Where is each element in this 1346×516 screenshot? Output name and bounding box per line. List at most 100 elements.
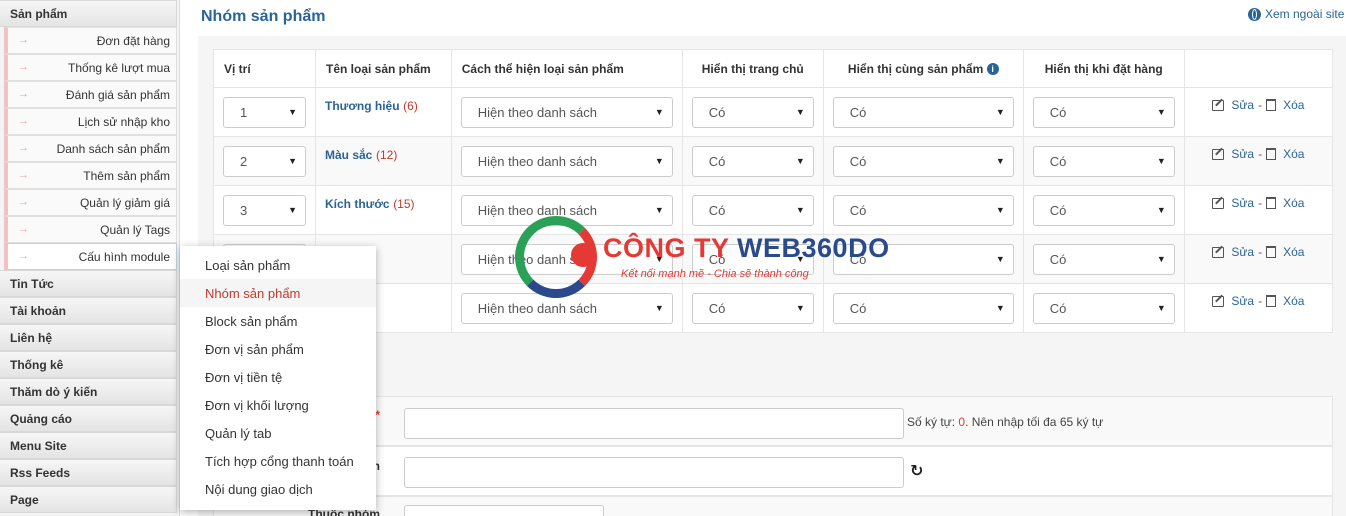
show-with-product-select[interactable]: Có ▼ xyxy=(832,243,1014,275)
display-mode-select[interactable]: Hiện theo danh sách ▼ xyxy=(460,96,673,128)
menu-item[interactable]: Tích hợp cổng thanh toán xyxy=(180,447,376,475)
show-home-select[interactable]: Có ▼ xyxy=(691,292,814,324)
sidebar-section-products[interactable]: Sản phẩm xyxy=(0,0,177,27)
edit-link[interactable]: Sửa xyxy=(1231,196,1254,210)
edit-icon xyxy=(1212,148,1225,160)
show-home-select[interactable]: Có ▼ xyxy=(691,145,814,177)
display-mode-select[interactable]: Hiện theo danh sách ▼ xyxy=(460,145,673,177)
display-mode-select[interactable]: Hiện theo danh sách ▼ xyxy=(460,292,673,324)
info-icon: i xyxy=(986,62,999,75)
sidebar-item-label: Thêm sản phẩm xyxy=(83,168,170,183)
alias-input[interactable] xyxy=(404,457,904,488)
table-row: ▼ (8)Hiện theo danh sách▼Có▼Có▼Có▼Sửa-Xó… xyxy=(213,234,1334,284)
sidebar-item[interactable]: → Lịch sử nhập kho xyxy=(4,108,177,135)
caret-down-icon: ▼ xyxy=(1156,303,1166,313)
sidebar-section[interactable]: Page xyxy=(0,486,177,513)
caret-down-icon: ▼ xyxy=(1156,107,1166,117)
globe-icon xyxy=(1248,7,1261,21)
menu-item[interactable]: Đơn vị tiền tệ xyxy=(180,363,376,391)
position-select[interactable]: 2 ▼ xyxy=(223,145,306,177)
edit-link[interactable]: Sửa xyxy=(1231,294,1254,308)
sidebar-item[interactable]: → Danh sách sản phẩm xyxy=(4,135,177,162)
show-home-select[interactable]: Có ▼ xyxy=(691,243,814,275)
group-name-link[interactable]: Màu sắc xyxy=(325,148,372,162)
edit-link[interactable]: Sửa xyxy=(1231,245,1254,259)
delete-link[interactable]: Xóa xyxy=(1283,147,1304,161)
display-mode-select[interactable]: Hiện theo danh sách ▼ xyxy=(460,194,673,226)
show-on-order-select[interactable]: Có ▼ xyxy=(1032,96,1175,128)
show-with-product-select[interactable]: Có ▼ xyxy=(832,194,1014,226)
show-with-product-select[interactable]: Có ▼ xyxy=(832,145,1014,177)
group-name-link[interactable]: Thương hiệu xyxy=(325,99,400,113)
edit-link[interactable]: Sửa xyxy=(1231,147,1254,161)
col-position: Vị trí xyxy=(213,49,316,88)
arrow-right-icon: → xyxy=(18,169,29,181)
delete-link[interactable]: Xóa xyxy=(1283,294,1304,308)
menu-item[interactable]: Nhóm sản phẩm xyxy=(180,279,376,307)
group-name-link[interactable]: Kích thước xyxy=(325,197,390,211)
col-actions xyxy=(1183,49,1334,88)
parent-select[interactable] xyxy=(404,505,604,516)
sidebar-item-label: Danh sách sản phẩm xyxy=(56,141,170,156)
table-row: 1 ▼ Thương hiệu (6) Hiện theo danh sách ▼ Có ▼… xyxy=(213,87,1334,137)
refresh-icon[interactable]: ↻ xyxy=(910,461,923,481)
show-on-order-select[interactable]: Có ▼ xyxy=(1032,145,1175,177)
delete-link[interactable]: Xóa xyxy=(1283,98,1304,112)
sidebar-item[interactable]: → Thống kê lượt mua xyxy=(4,54,177,81)
col-on-order: Hiển thị khi đặt hàng xyxy=(1022,49,1185,88)
show-on-order-select[interactable]: Có ▼ xyxy=(1032,243,1175,275)
caret-down-icon: ▼ xyxy=(995,107,1005,117)
arrow-right-icon: → xyxy=(18,115,29,127)
title-input[interactable] xyxy=(404,408,904,439)
delete-link[interactable]: Xóa xyxy=(1283,245,1304,259)
menu-item[interactable]: Block sản phẩm xyxy=(180,307,376,335)
position-select[interactable]: 3 ▼ xyxy=(223,194,306,226)
caret-down-icon: ▼ xyxy=(795,156,805,166)
sidebar-section[interactable]: Tin Tức xyxy=(0,270,177,297)
sidebar-item[interactable]: → Quản lý Tags xyxy=(4,216,177,243)
delete-link[interactable]: Xóa xyxy=(1283,196,1304,210)
sidebar-item[interactable]: → Thêm sản phẩm xyxy=(4,162,177,189)
sidebar-item[interactable]: → Đánh giá sản phẩm xyxy=(4,81,177,108)
caret-down-icon: ▼ xyxy=(995,303,1005,313)
menu-item[interactable]: Đơn vị sản phẩm xyxy=(180,335,376,363)
sidebar-section[interactable]: Quảng cáo xyxy=(0,405,177,432)
sidebar-item[interactable]: → Quản lý giảm giá xyxy=(4,189,177,216)
arrow-right-icon: → xyxy=(18,223,29,235)
sidebar-item[interactable]: → Đơn đặt hàng xyxy=(4,27,177,54)
caret-down-icon: ▼ xyxy=(654,303,664,313)
trash-icon xyxy=(1266,295,1277,307)
display-mode-select[interactable]: Hiện theo danh sách ▼ xyxy=(460,243,673,275)
menu-item[interactable]: Loại sản phẩm xyxy=(180,251,376,279)
sidebar-section[interactable]: Liên hệ xyxy=(0,324,177,351)
arrow-right-icon: → xyxy=(18,250,29,262)
col-display: Cách thể hiện loại sản phẩm xyxy=(450,49,683,88)
show-on-order-select[interactable]: Có ▼ xyxy=(1032,292,1175,324)
sidebar-section[interactable]: Rss Feeds xyxy=(0,459,177,486)
show-with-product-select[interactable]: Có ▼ xyxy=(832,96,1014,128)
menu-item[interactable]: Nội dung giao dịch xyxy=(180,475,376,503)
form-row-parent: Thuộc nhóm xyxy=(213,496,1333,516)
sidebar-section[interactable]: Tài khoản xyxy=(0,297,177,324)
group-table: Vị trí Tên loại sản phẩm Cách thể hiện l… xyxy=(213,49,1334,333)
show-with-product-select[interactable]: Có ▼ xyxy=(832,292,1014,324)
sidebar-item[interactable]: → Cấu hình module xyxy=(4,243,177,270)
caret-down-icon: ▼ xyxy=(1156,156,1166,166)
sidebar-section[interactable]: Thăm dò ý kiến xyxy=(0,378,177,405)
menu-item[interactable]: Quản lý tab xyxy=(180,419,376,447)
caret-down-icon: ▼ xyxy=(795,254,805,264)
arrow-right-icon: → xyxy=(18,142,29,154)
view-site-link[interactable]: Xem ngoài site xyxy=(1248,7,1344,21)
module-config-menu: Loại sản phẩm Nhóm sản phẩm Block sản phẩm… xyxy=(180,246,376,510)
show-home-select[interactable]: Có ▼ xyxy=(691,96,814,128)
trash-icon xyxy=(1266,148,1277,160)
sidebar-section[interactable]: Thống kê xyxy=(0,351,177,378)
sidebar-item-label: Lịch sử nhập kho xyxy=(77,114,170,129)
sidebar-item-label: Quản lý giảm giá xyxy=(79,195,170,210)
edit-link[interactable]: Sửa xyxy=(1231,98,1254,112)
show-home-select[interactable]: Có ▼ xyxy=(691,194,814,226)
show-on-order-select[interactable]: Có ▼ xyxy=(1032,194,1175,226)
sidebar-section[interactable]: Menu Site xyxy=(0,432,177,459)
menu-item[interactable]: Đơn vị khối lượng xyxy=(180,391,376,419)
position-select[interactable]: 1 ▼ xyxy=(223,96,306,128)
